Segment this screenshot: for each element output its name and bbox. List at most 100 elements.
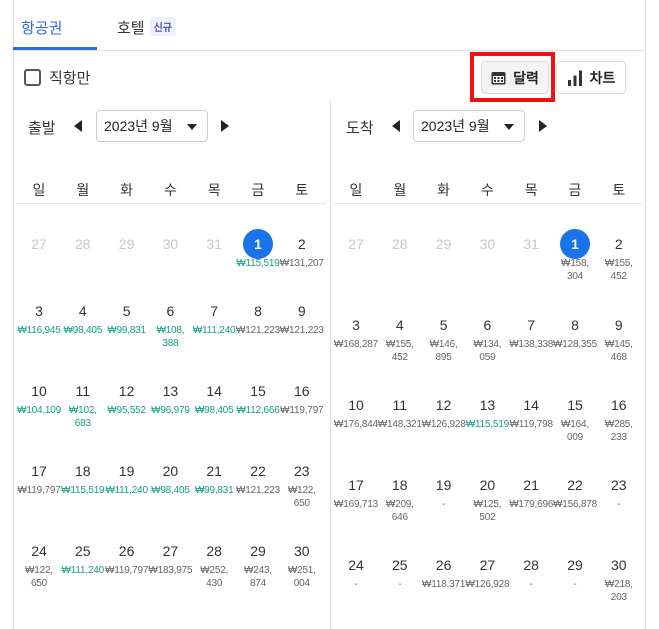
arrival-day-cell[interactable]: 19 - (422, 470, 466, 511)
departure-day-cell[interactable]: 15 ₩112,666 (236, 376, 280, 417)
departure-day-cell: 29 (105, 229, 149, 259)
direct-only-toggle[interactable]: 직항만 (24, 67, 90, 88)
departure-day-cell[interactable]: 1 ₩115,519 (236, 229, 280, 270)
chart-view-label: 차트 (589, 69, 616, 86)
arrival-day-cell[interactable]: 26 ₩118,371 (422, 550, 466, 591)
arrival-day-cell[interactable]: 15 ₩164, 009 (553, 390, 597, 444)
departure-day-cell[interactable]: 27 ₩183,975 (148, 536, 192, 577)
arrival-day-cell[interactable]: 8 ₩128,355 (553, 310, 597, 351)
arrival-day-cell[interactable]: 30 ₩218, 203 (597, 550, 641, 604)
departure-day-cell[interactable]: 13 ₩96,979 (148, 376, 192, 417)
departure-day-cell[interactable]: 22 ₩121,223 (236, 456, 280, 497)
day-price: ₩116,945 (17, 325, 61, 336)
arrival-next-month-button[interactable] (536, 118, 550, 134)
arrival-day-cell[interactable]: 24 - (334, 550, 378, 591)
arrival-day-cell[interactable]: 27 ₩126,928 (465, 550, 509, 591)
arrival-day-cell[interactable]: 18 ₩209, 646 (378, 470, 422, 524)
calendar-view-button[interactable]: 달력 (481, 61, 549, 94)
departure-day-cell[interactable]: 4 ₩98,405 (61, 296, 105, 337)
arrival-day-cell[interactable]: 1 ₩158, 304 (553, 229, 597, 283)
departure-day-cell[interactable]: 29 ₩243, 874 (236, 536, 280, 590)
tab-hotels[interactable]: 호텔 신규 (117, 17, 177, 38)
arrival-day-cell[interactable]: 16 ₩285, 233 (597, 390, 641, 444)
departure-day-cell[interactable]: 16 ₩119,797 (280, 376, 324, 417)
departure-day-cell[interactable]: 10 ₩104,109 (17, 376, 61, 417)
departure-weekday-header: 금 (251, 182, 265, 198)
departure-day-cell[interactable]: 19 ₩111,240 (105, 456, 149, 497)
arrival-header-divider (334, 203, 642, 204)
day-price: ₩121,223 (236, 485, 280, 496)
day-number: 15 (567, 397, 583, 413)
departure-day-cell[interactable]: 12 ₩95,552 (105, 376, 149, 417)
departure-prev-month-button[interactable] (71, 118, 85, 134)
arrival-day-cell[interactable]: 28 - (509, 550, 553, 591)
day-number: 21 (206, 463, 222, 479)
departure-day-cell[interactable]: 23 ₩122, 650 (280, 456, 324, 510)
departure-day-cell[interactable]: 9 ₩121,223 (280, 296, 324, 337)
arrival-weekday-header: 금 (568, 182, 582, 198)
arrival-day-cell[interactable]: 29 - (553, 550, 597, 591)
departure-day-cell[interactable]: 14 ₩98,405 (192, 376, 236, 417)
departure-day-cell[interactable]: 20 ₩98,405 (148, 456, 192, 497)
day-number: 23 (611, 477, 627, 493)
day-number: 2 (297, 236, 306, 252)
arrival-day-cell[interactable]: 22 ₩156,878 (553, 470, 597, 511)
departure-day-cell[interactable]: 25 ₩111,240 (61, 536, 105, 577)
arrival-day-cell[interactable]: 14 ₩119,798 (509, 390, 553, 431)
arrival-month-select[interactable]: 2023년 9월 (413, 110, 525, 142)
day-number: 9 (614, 317, 623, 333)
departure-day-cell[interactable]: 5 ₩99,831 (105, 296, 149, 337)
departure-day-cell[interactable]: 30 ₩251, 004 (280, 536, 324, 590)
departure-day-cell[interactable]: 26 ₩119,797 (105, 536, 149, 577)
departure-day-cell[interactable]: 2 ₩131,207 (280, 229, 324, 270)
day-number: 7 (210, 303, 219, 319)
departure-day-cell[interactable]: 3 ₩116,945 (17, 296, 61, 337)
arrival-weekday-header: 토 (612, 182, 626, 198)
departure-month-select[interactable]: 2023년 9월 (96, 110, 208, 142)
arrival-day-cell[interactable]: 11 ₩148,321 (378, 390, 422, 431)
arrival-day-cell[interactable]: 5 ₩146, 895 (422, 310, 466, 364)
departure-day-cell[interactable]: 18 ₩115,519 (61, 456, 105, 497)
day-number: 29 (567, 557, 583, 573)
day-price: ₩179,696 (509, 499, 554, 510)
departure-day-cell[interactable]: 8 ₩121,223 (236, 296, 280, 337)
arrival-day-cell[interactable]: 20 ₩125, 502 (465, 470, 509, 524)
arrival-day-cell[interactable]: 7 ₩138,338 (509, 310, 553, 351)
day-price: ₩169,713 (334, 499, 378, 510)
day-number: 19 (435, 477, 452, 493)
day-price: ₩121,223 (236, 325, 280, 336)
tab-flights[interactable]: 항공권 (21, 17, 62, 38)
departure-day-cell[interactable]: 21 ₩99,831 (192, 456, 236, 497)
arrival-day-cell[interactable]: 25 - (378, 550, 422, 591)
departure-day-cell[interactable]: 6 ₩108, 388 (148, 296, 192, 350)
arrival-day-cell[interactable]: 4 ₩155, 452 (378, 310, 422, 364)
arrival-prev-month-button[interactable] (389, 118, 403, 134)
departure-day-cell[interactable]: 7 ₩111,240 (192, 296, 236, 337)
departure-day-cell[interactable]: 28 ₩252, 430 (192, 536, 236, 590)
chart-view-button[interactable]: 차트 (556, 61, 626, 94)
arrival-day-cell[interactable]: 2 ₩155, 452 (597, 229, 641, 283)
arrival-day-cell[interactable]: 9 ₩145, 468 (597, 310, 641, 364)
day-number: 27 (479, 557, 496, 573)
departure-day-cell[interactable]: 24 ₩122, 650 (17, 536, 61, 590)
day-price: - (398, 579, 402, 590)
arrival-day-cell[interactable]: 6 ₩134, 059 (465, 310, 509, 364)
arrival-label: 도착 (346, 120, 374, 137)
arrival-day-cell[interactable]: 13 ₩115,519 (465, 390, 509, 431)
arrival-day-cell[interactable]: 12 ₩126,928 (422, 390, 466, 431)
direct-only-checkbox[interactable] (24, 69, 41, 86)
day-price: - (617, 499, 621, 510)
departure-next-month-button[interactable] (218, 118, 232, 134)
arrival-day-cell[interactable]: 21 ₩179,696 (509, 470, 553, 511)
departure-day-cell[interactable]: 11 ₩102, 683 (61, 376, 105, 430)
arrival-month-value: 2023년 9월 (421, 118, 490, 134)
arrival-day-cell[interactable]: 23 - (597, 470, 641, 511)
day-number: 14 (523, 397, 539, 413)
arrival-day-cell[interactable]: 10 ₩176,844 (334, 390, 378, 431)
chevron-down-icon (187, 124, 197, 130)
arrival-weekday-header: 월 (393, 182, 407, 198)
arrival-day-cell[interactable]: 17 ₩169,713 (334, 470, 378, 511)
arrival-day-cell[interactable]: 3 ₩168,287 (334, 310, 378, 351)
departure-day-cell[interactable]: 17 ₩119,797 (17, 456, 61, 497)
day-price: ₩115,519 (236, 258, 280, 269)
